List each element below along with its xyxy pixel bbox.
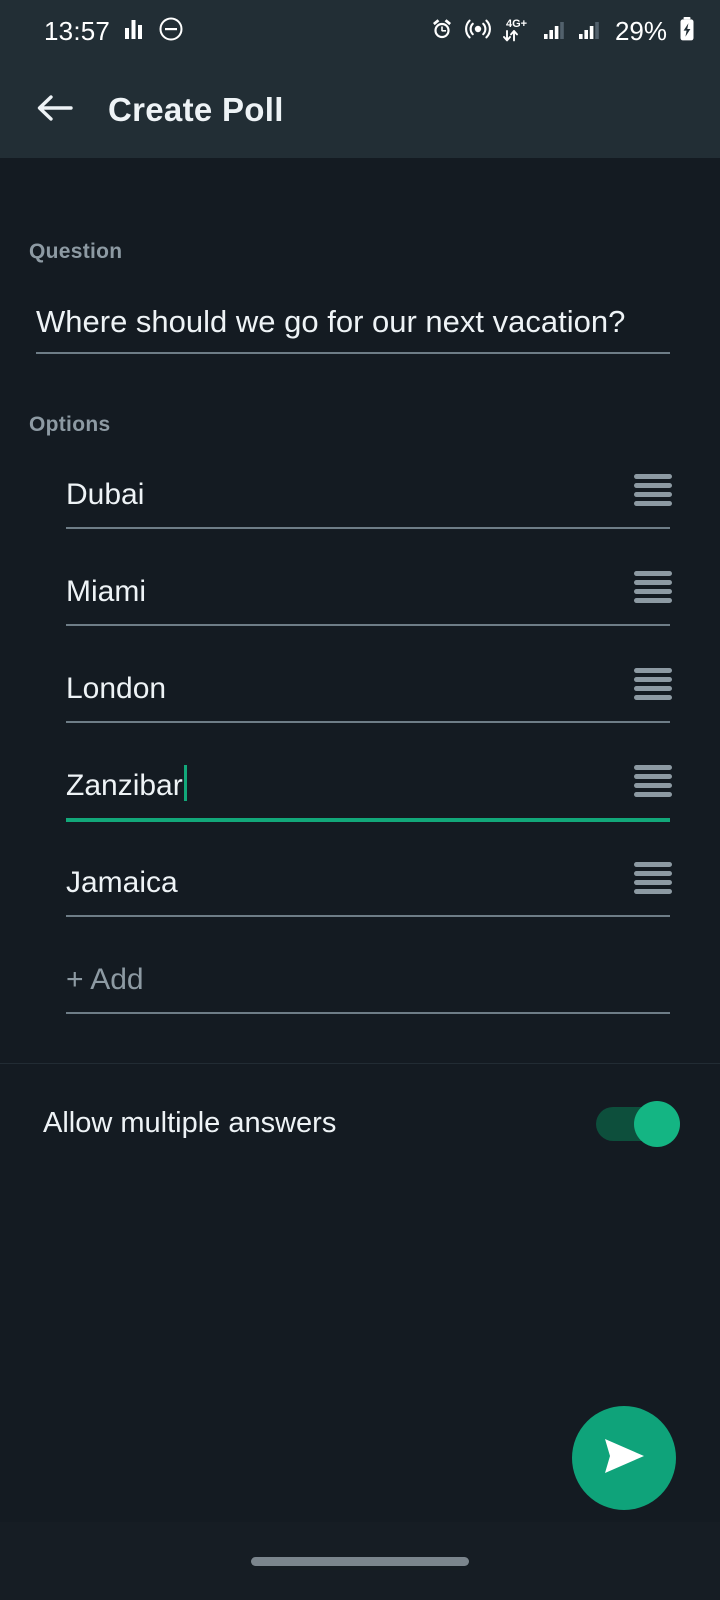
option-underline: [66, 915, 670, 917]
status-bar: 13:57: [0, 0, 720, 62]
option-text: Zanzibar: [66, 769, 183, 802]
send-poll-fab[interactable]: [572, 1406, 676, 1510]
option-input-value: London: [66, 666, 166, 712]
question-section-label: Question: [29, 240, 122, 264]
option-row-3[interactable]: London: [66, 652, 670, 749]
drag-handle-icon[interactable]: [634, 668, 672, 700]
app-bar: Create Poll: [0, 62, 720, 158]
question-input-underline: [36, 352, 670, 354]
text-caret: [184, 765, 187, 801]
options-section-label: Options: [29, 413, 110, 437]
option-input-value: Dubai: [66, 472, 144, 518]
status-bar-left: 13:57: [44, 16, 184, 47]
drag-handle-icon[interactable]: [634, 862, 672, 894]
battery-charging-icon: [678, 16, 696, 47]
option-underline: [66, 527, 670, 529]
option-underline: [66, 721, 670, 723]
option-row-1[interactable]: Dubai: [66, 458, 670, 555]
add-option-placeholder: + Add: [66, 957, 144, 1003]
hotspot-icon: [465, 16, 491, 47]
drag-handle-icon[interactable]: [634, 765, 672, 797]
home-gesture-pill[interactable]: [251, 1557, 469, 1566]
option-underline: [66, 624, 670, 626]
drag-handle-icon[interactable]: [634, 571, 672, 603]
svg-text:4G+: 4G+: [506, 18, 527, 30]
drag-handle-icon[interactable]: [634, 474, 672, 506]
sim2-signal-icon: [578, 17, 602, 46]
4g-plus-data-icon: 4G+: [502, 16, 532, 47]
signal-bars-icon: [124, 17, 144, 46]
do-not-disturb-icon: [158, 16, 184, 47]
option-row-2[interactable]: Miami: [66, 555, 670, 652]
allow-multiple-label: Allow multiple answers: [43, 1107, 336, 1140]
add-option-underline: [66, 1012, 670, 1014]
alarm-icon: [430, 17, 454, 46]
option-input-value-focused: Zanzibar: [66, 763, 187, 809]
back-button[interactable]: [22, 78, 86, 142]
option-input-value: Miami: [66, 569, 146, 615]
option-row-add[interactable]: + Add: [66, 943, 670, 1040]
page-title: Create Poll: [108, 91, 284, 129]
sim1-signal-icon: [543, 17, 567, 46]
gesture-nav-bar: [0, 1522, 720, 1600]
option-row-4-focused[interactable]: Zanzibar: [66, 749, 670, 846]
question-input[interactable]: Where should we go for our next vacation…: [36, 298, 670, 354]
status-time: 13:57: [44, 16, 110, 47]
poll-form: Question Where should we go for our next…: [0, 158, 720, 1600]
question-input-value: Where should we go for our next vacation…: [36, 298, 670, 346]
toggle-thumb: [634, 1101, 680, 1147]
battery-percent-label: 29%: [615, 16, 667, 47]
allow-multiple-row[interactable]: Allow multiple answers: [0, 1063, 720, 1183]
option-underline-focused: [66, 818, 670, 822]
option-row-5[interactable]: Jamaica: [66, 846, 670, 943]
arrow-left-icon: [33, 87, 75, 134]
option-input-value: Jamaica: [66, 860, 178, 906]
options-list: Dubai Miami London Zanzibar: [0, 458, 720, 1040]
allow-multiple-toggle[interactable]: [596, 1099, 680, 1147]
status-bar-right: 4G+ 29%: [430, 16, 696, 47]
send-icon: [598, 1430, 650, 1487]
